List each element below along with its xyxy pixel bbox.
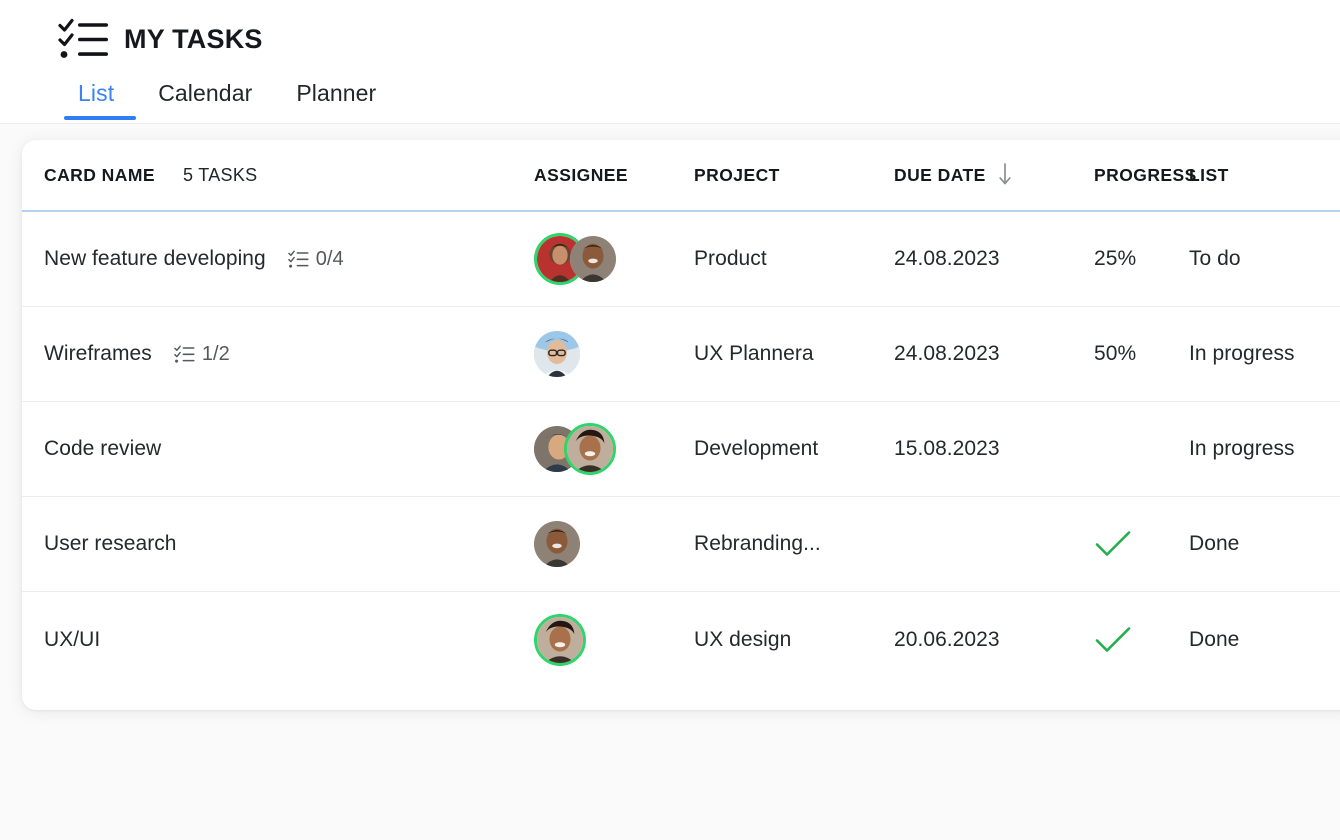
column-label-list: LIST — [1189, 164, 1229, 185]
tasks-card: CARD NAME 5 TASKS ASSIGNEE PROJECT DUE D… — [22, 140, 1340, 710]
table-row[interactable]: New feature developing 0/4 Product 24.08… — [22, 212, 1340, 307]
cell-progress: 25% — [1094, 247, 1189, 271]
avatar-group — [534, 516, 580, 572]
progress-value: 25% — [1094, 247, 1137, 270]
table-row[interactable]: Code review Development 15.08.2023 In pr… — [22, 402, 1340, 497]
checklist-count: 1/2 — [201, 342, 230, 365]
cell-card-name[interactable]: New feature developing 0/4 — [44, 247, 534, 271]
tab-calendar[interactable]: Calendar — [136, 80, 274, 120]
cell-project: Rebranding... — [694, 532, 821, 555]
brand: MY TASKS — [58, 16, 263, 62]
column-label-card-name: CARD NAME — [44, 164, 155, 185]
avatar-group — [534, 231, 616, 287]
cell-project: Development — [694, 437, 819, 460]
cell-card-name[interactable]: Wireframes 1/2 — [44, 342, 534, 366]
cell-due-date: 15.08.2023 — [894, 437, 1000, 460]
avatar[interactable] — [570, 236, 616, 282]
cell-progress — [1094, 529, 1189, 559]
cell-assignee[interactable] — [534, 229, 694, 289]
task-title: Code review — [44, 437, 162, 460]
cell-due-date: 20.06.2023 — [894, 627, 1000, 651]
page-title: MY TASKS — [124, 23, 263, 54]
checklist-badge: 0/4 — [287, 247, 344, 271]
cell-project: Product — [694, 247, 767, 270]
cell-progress: 50% — [1094, 342, 1189, 366]
cell-assignee[interactable] — [534, 419, 694, 479]
progress-done-check-icon — [1094, 529, 1132, 559]
column-label-due-date: DUE DATE — [894, 164, 986, 185]
tasks-table: CARD NAME 5 TASKS ASSIGNEE PROJECT DUE D… — [22, 140, 1340, 687]
task-title: UX/UI — [44, 627, 101, 651]
avatar[interactable] — [534, 613, 586, 666]
column-header-project[interactable]: PROJECT — [694, 165, 894, 186]
checklist-icon — [58, 16, 110, 62]
table-row[interactable]: User research Rebranding... Done — [22, 497, 1340, 592]
cell-list: In progress — [1189, 437, 1295, 460]
table-header-row: CARD NAME 5 TASKS ASSIGNEE PROJECT DUE D… — [22, 140, 1340, 212]
cell-card-name[interactable]: UX/UI — [44, 628, 534, 652]
progress-value: 50% — [1094, 342, 1137, 365]
avatar-group — [534, 612, 586, 668]
task-title: User research — [44, 532, 177, 555]
app-header: MY TASKS List Calendar Planner — [0, 0, 1340, 124]
my-tasks-app: MY TASKS List Calendar Planner CARD NAME… — [0, 0, 1340, 840]
column-header-due-date[interactable]: DUE DATE — [894, 162, 1094, 188]
cell-card-name[interactable]: User research — [44, 532, 534, 556]
column-label-assignee: ASSIGNEE — [534, 164, 629, 185]
cell-due-date: 24.08.2023 — [894, 342, 1000, 365]
avatar[interactable] — [564, 423, 616, 475]
checklist-badge: 1/2 — [174, 343, 230, 366]
avatar-group — [534, 326, 580, 382]
avatar[interactable] — [534, 521, 580, 567]
tab-planner[interactable]: Planner — [274, 80, 398, 120]
cell-assignee[interactable] — [534, 324, 694, 384]
avatar[interactable] — [534, 331, 580, 377]
task-title: Wireframes — [44, 342, 152, 365]
cell-list: To do — [1189, 247, 1241, 270]
column-header-card-name[interactable]: CARD NAME 5 TASKS — [44, 165, 534, 186]
cell-assignee[interactable] — [534, 514, 694, 574]
column-header-list[interactable]: LIST — [1189, 165, 1340, 186]
task-title: New feature developing — [44, 247, 266, 270]
checklist-count: 0/4 — [315, 247, 344, 270]
tab-list[interactable]: List — [64, 80, 137, 120]
cell-list: In progress — [1189, 342, 1295, 365]
task-count-label: 5 TASKS — [183, 164, 258, 185]
column-label-project: PROJECT — [694, 164, 780, 185]
column-label-progress: PROGRESS — [1094, 164, 1197, 185]
cell-card-name[interactable]: Code review — [44, 437, 534, 461]
view-tabs: List Calendar Planner — [64, 80, 398, 120]
cell-list: Done — [1189, 532, 1240, 555]
cell-project: UX Plannera — [694, 342, 814, 365]
cell-project: UX design — [694, 627, 792, 651]
cell-progress — [1094, 625, 1189, 655]
column-header-assignee[interactable]: ASSIGNEE — [534, 165, 694, 186]
avatar-group — [534, 421, 616, 477]
arrow-down-icon[interactable] — [998, 162, 1012, 188]
header-divider — [0, 123, 1340, 124]
table-row[interactable]: Wireframes 1/2 UX Plannera 24.08.2023 50… — [22, 307, 1340, 402]
table-row[interactable]: UX/UI UX design 20.06.2023 Done — [22, 592, 1340, 687]
cell-assignee[interactable] — [534, 610, 694, 670]
cell-due-date: 24.08.2023 — [894, 247, 1000, 270]
column-header-progress[interactable]: PROGRESS — [1094, 165, 1196, 186]
progress-done-check-icon — [1094, 625, 1132, 655]
cell-list: Done — [1189, 627, 1240, 651]
